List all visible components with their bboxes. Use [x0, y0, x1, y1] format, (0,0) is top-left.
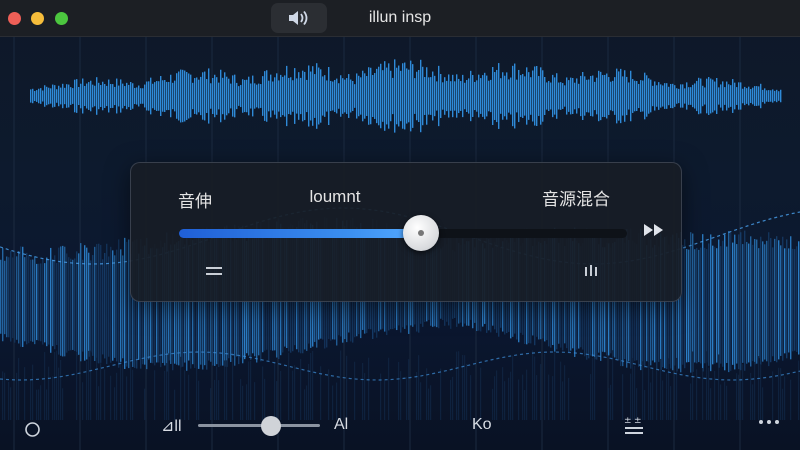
bottom-volume-slider[interactable] — [198, 424, 320, 427]
volume-panel: 音伸 loumnt 音源混合 — [130, 162, 682, 302]
svg-text:±: ± — [634, 416, 642, 426]
title-bar: illun insp — [0, 0, 800, 37]
speaker-button[interactable] — [271, 3, 327, 33]
panel-label-right: 音源混合 — [542, 190, 610, 209]
zoom-window-button[interactable] — [55, 12, 68, 25]
speaker-icon — [289, 10, 308, 26]
bottom-volume-thumb[interactable] — [261, 416, 282, 436]
bottom-toolbar: ⊿ll Al Ko ± ± — [0, 404, 800, 450]
bars-icon[interactable] — [583, 263, 599, 277]
close-window-button[interactable] — [8, 12, 21, 25]
minimize-window-button[interactable] — [31, 12, 44, 25]
ko-button[interactable]: Ko — [472, 416, 492, 434]
top-waveform — [30, 59, 782, 133]
app-window: illun insp 音伸 loumnt 音源混合 ⊿ll Al Ko ± ± — [0, 0, 800, 450]
panel-label-center: loumnt — [309, 187, 361, 206]
volume-slider-thumb[interactable] — [402, 215, 439, 251]
volume-low-label: ⊿ll — [161, 418, 182, 435]
window-title: illun insp — [368, 9, 432, 26]
panel-label-left: 音伸 — [178, 192, 212, 211]
equals-icon[interactable] — [205, 265, 223, 277]
svg-text:±: ± — [624, 416, 632, 426]
fast-forward-icon[interactable] — [643, 222, 665, 238]
volume-high-label: Al — [334, 416, 349, 433]
circle-icon[interactable] — [24, 421, 41, 438]
volume-slider-fill — [179, 229, 421, 238]
more-icon[interactable] — [757, 418, 781, 426]
mixer-icon[interactable]: ± ± — [623, 414, 645, 436]
